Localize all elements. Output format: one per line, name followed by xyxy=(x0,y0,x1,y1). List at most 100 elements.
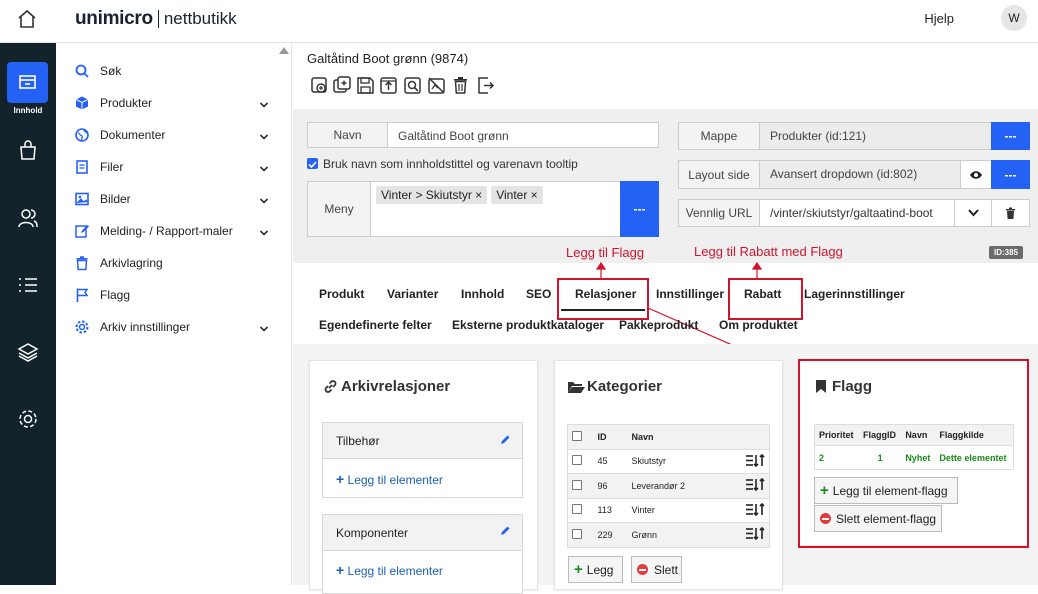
sidebar-item-melding-rapport-maler[interactable]: Melding- / Rapport-maler xyxy=(74,221,269,241)
sidebar-item-arkiv-innstillinger[interactable]: Arkiv innstillinger xyxy=(74,317,269,337)
tab-pakkeprodukt[interactable]: Pakkeprodukt xyxy=(619,318,698,332)
sidebar-item-produkter[interactable]: Produkter xyxy=(74,93,269,113)
tab-egendefinerte-felter[interactable]: Egendefinerte felter xyxy=(319,318,432,332)
meny-input[interactable]: Vinter > Skiutstyr × Vinter × xyxy=(370,181,621,237)
delete-icon[interactable] xyxy=(451,76,470,95)
chevron-down-icon xyxy=(259,194,269,204)
cell-navn: Grønn xyxy=(627,522,730,547)
sidebar-item-label: Melding- / Rapport-maler xyxy=(100,224,233,238)
tab-eksterne-produktkataloger[interactable]: Eksterne produktkataloger xyxy=(452,318,604,332)
layers-icon[interactable] xyxy=(17,341,39,363)
tab-bar xyxy=(293,264,1038,344)
preview-button[interactable] xyxy=(960,160,992,189)
rail-content-button[interactable] xyxy=(7,62,48,103)
list-icon[interactable] xyxy=(17,274,39,296)
row-checkbox[interactable] xyxy=(572,455,582,466)
navn-input[interactable]: Galtåtind Boot grønn xyxy=(387,122,659,148)
sort-order-icon[interactable] xyxy=(745,453,765,469)
tab-innhold[interactable]: Innhold xyxy=(461,287,504,301)
add-kategori-button[interactable]: + Legg xyxy=(568,556,623,583)
tilbehor-header: Tilbehør xyxy=(323,423,522,459)
table-row[interactable]: 113 Vinter xyxy=(567,497,770,523)
mappe-select-button[interactable]: --- xyxy=(991,122,1030,150)
col-navn: Navn xyxy=(631,431,654,442)
tab-innstillinger[interactable]: Innstillinger xyxy=(656,287,724,301)
upload-icon[interactable] xyxy=(379,76,398,95)
layout-input[interactable]: Avansert dropdown (id:802) xyxy=(759,160,961,189)
tab-varianter[interactable]: Varianter xyxy=(387,287,438,301)
link-icon xyxy=(323,379,338,394)
flag-icon xyxy=(74,287,90,303)
remove-chip-icon[interactable]: × xyxy=(475,188,482,202)
new-icon[interactable] xyxy=(310,76,329,95)
edit-icon xyxy=(74,223,90,239)
remove-chip-icon[interactable]: × xyxy=(531,188,538,202)
title-checkbox[interactable] xyxy=(307,158,318,169)
pencil-icon[interactable] xyxy=(499,525,511,537)
home-icon[interactable] xyxy=(16,8,38,30)
add-element-flag-button[interactable]: + Legg til element-flagg xyxy=(814,477,958,504)
tab-seo[interactable]: SEO xyxy=(526,287,551,301)
add-komponenter-link[interactable]: + Legg til elementer xyxy=(336,562,443,578)
tab-rabatt[interactable]: Rabatt xyxy=(744,287,781,301)
sort-order-icon[interactable] xyxy=(745,502,765,518)
layout-select-button[interactable]: --- xyxy=(991,160,1030,189)
rail-active-label: Innhold xyxy=(13,106,43,115)
trash-icon xyxy=(74,255,90,271)
users-icon[interactable] xyxy=(17,207,39,229)
sidebar-item-bilder[interactable]: Bilder xyxy=(74,189,269,209)
tab-produkt[interactable]: Produkt xyxy=(319,287,364,301)
settings-icon[interactable] xyxy=(17,408,39,430)
id-badge: ID:385 xyxy=(989,246,1024,259)
sidebar-item-filer[interactable]: Filer xyxy=(74,157,269,177)
table-row[interactable]: 96 Leverandør 2 xyxy=(567,473,770,498)
meny-select-button[interactable]: --- xyxy=(620,181,659,237)
save-icon[interactable] xyxy=(356,76,375,95)
delete-kategori-button[interactable]: Slett xyxy=(631,556,682,583)
sidebar-item-dokumenter[interactable]: Dokumenter xyxy=(74,125,269,145)
url-input[interactable]: /vinter/skiutstyr/galtaatind-boot xyxy=(759,199,955,227)
globe-icon xyxy=(74,127,90,143)
pencil-icon[interactable] xyxy=(499,434,511,446)
avatar[interactable]: W xyxy=(1001,5,1027,31)
annotation-rabatt: Legg til Rabatt med Flagg xyxy=(694,244,843,259)
tab-relasjoner[interactable]: Relasjoner xyxy=(575,287,636,301)
annotation-flag: Legg til Flagg xyxy=(566,245,645,260)
mappe-input[interactable]: Produkter (id:121) xyxy=(759,122,992,150)
chevron-down-icon xyxy=(259,226,269,236)
flagg-table: Prioritet FlaggID Navn Flaggkilde 2 1 Ny… xyxy=(814,424,1014,470)
row-checkbox[interactable] xyxy=(572,504,582,515)
sort-order-icon[interactable] xyxy=(745,527,765,542)
sidebar-item-label: Dokumenter xyxy=(100,128,166,142)
shopping-bag-icon[interactable] xyxy=(17,139,39,161)
scroll-up-icon[interactable] xyxy=(279,47,289,54)
cube-icon xyxy=(74,95,90,111)
add-tilbehor-link[interactable]: + Legg til elementer xyxy=(336,471,443,487)
table-row[interactable]: 45 Skiutstyr xyxy=(567,448,770,474)
help-link[interactable]: Hjelp xyxy=(924,11,954,26)
tab-om-produktet[interactable]: Om produktet xyxy=(719,318,798,332)
export-icon[interactable] xyxy=(476,76,495,95)
url-dropdown-button[interactable] xyxy=(954,199,992,227)
url-label: Vennlig URL xyxy=(678,199,760,227)
sidebar-item-flagg[interactable]: Flagg xyxy=(74,285,269,305)
add-icon[interactable] xyxy=(333,76,352,95)
table-row[interactable]: 229 Grønn xyxy=(567,522,770,547)
tab-lagerinnstillinger[interactable]: Lagerinnstillinger xyxy=(804,287,905,301)
row-checkbox[interactable] xyxy=(572,479,582,490)
url-delete-button[interactable] xyxy=(991,199,1030,227)
preview-icon[interactable] xyxy=(403,76,422,95)
sidebar-item-søk[interactable]: Søk xyxy=(74,61,269,81)
sidebar-item-arkivlagring[interactable]: Arkivlagring xyxy=(74,253,269,273)
arkiv-title: Arkivrelasjoner xyxy=(341,378,451,395)
sidebar-item-label: Filer xyxy=(100,160,124,174)
sort-order-icon[interactable] xyxy=(745,478,765,493)
cell-id: 96 xyxy=(593,473,628,498)
col-flaggid: FlaggID xyxy=(862,430,896,440)
delete-element-flag-button[interactable]: Slett element-flagg xyxy=(814,505,942,532)
table-row[interactable]: 2 1 Nyhet Dette elementet xyxy=(814,445,1014,470)
row-checkbox[interactable] xyxy=(572,528,582,539)
col-flaggkilde: Flaggkilde xyxy=(939,430,984,440)
disable-icon[interactable] xyxy=(427,76,446,95)
select-all-checkbox[interactable] xyxy=(572,430,582,441)
